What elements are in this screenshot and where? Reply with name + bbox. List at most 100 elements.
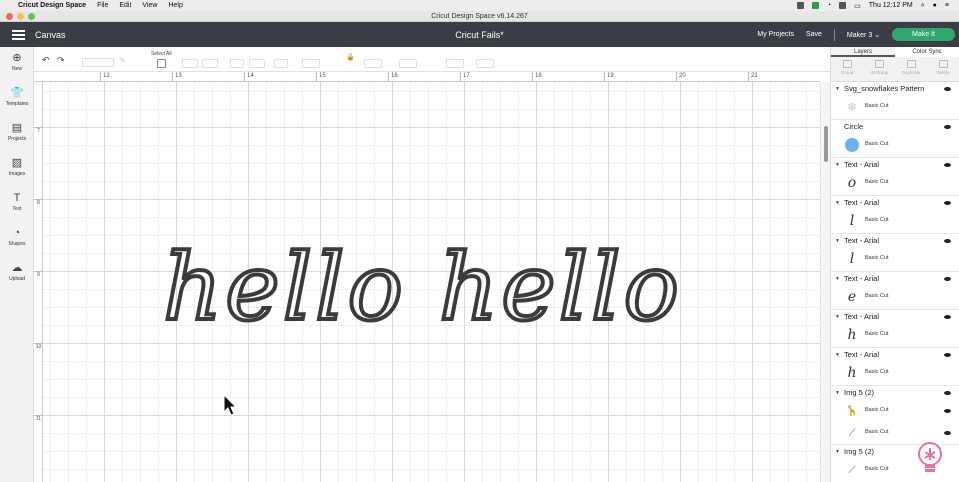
caret-down-icon[interactable]: ▼ [835,83,840,95]
evernote-icon[interactable] [811,2,819,9]
cast-icon[interactable] [839,2,847,9]
layer-item[interactable]: l Basic Cut [831,211,959,231]
canvas-vertical-scrollbar[interactable] [820,82,830,482]
caret-down-icon[interactable]: ▼ [835,387,840,399]
layer-group[interactable]: ▼ Text - Arial l Basic Cut [831,235,959,272]
select-all-label[interactable]: Select All [151,51,172,57]
search-icon[interactable]: ⌕ [921,2,925,10]
machine-select[interactable]: Maker 3 ⌄ [847,31,880,39]
tool-text[interactable]: T Text [0,192,34,212]
layer-group[interactable]: Circle Basic Cut [831,121,959,158]
battery-icon[interactable]: ▭ [854,2,861,10]
layer-item[interactable]: o Basic Cut [831,173,959,193]
tab-color-sync[interactable]: Color Sync [895,47,959,57]
eye-icon[interactable] [944,277,951,281]
layer-group-header[interactable]: ▼ Text - Arial [831,311,959,323]
eye-icon[interactable] [944,87,951,91]
menu-view[interactable]: View [142,2,157,9]
select-all-button[interactable] [157,59,166,68]
align-button[interactable] [230,59,244,68]
edit-button[interactable] [182,59,198,68]
menu-file[interactable]: File [97,2,108,9]
operation-select[interactable] [82,58,114,67]
height-input[interactable] [364,59,382,68]
user-icon[interactable]: ● [933,2,937,9]
eye-icon[interactable] [944,409,951,413]
layer-group[interactable]: ▼ Text - Arial e Basic Cut [831,273,959,310]
layer-group-header[interactable]: ▼ Text - Arial [831,273,959,285]
menubar-app-name[interactable]: Cricut Design Space [18,2,86,9]
layer-group[interactable]: ▼ Text - Arial h Basic Cut [831,311,959,348]
layer-group-header[interactable]: ▼ Img 5 (2) [831,387,959,399]
eye-icon[interactable] [944,163,951,167]
layer-group[interactable]: ▼ Text - Arial o Basic Cut [831,159,959,196]
flip-button[interactable] [274,59,288,68]
caret-down-icon[interactable]: ▼ [835,446,840,458]
caret-down-icon[interactable]: ▼ [835,273,840,285]
layer-item[interactable]: 🦒 Basic Cut [831,401,959,421]
pen-icon[interactable]: ✎ [119,56,126,65]
layer-item[interactable]: h Basic Cut [831,325,959,345]
rotate-input[interactable] [399,59,417,68]
clock[interactable]: Thu 12:12 PM [869,2,913,9]
delete-button[interactable]: Delete [927,60,959,75]
ungroup-button[interactable]: UnGroup [863,60,895,75]
layer-group-header[interactable]: Circle [831,121,959,133]
zoom-window-button[interactable] [28,13,35,20]
tool-shapes[interactable]: ◔ Shapes [0,227,34,247]
tool-new[interactable]: ⊕ New [0,52,34,72]
arrange-button[interactable] [249,59,265,68]
tool-upload[interactable]: ☁ Upload [0,262,34,282]
close-window-button[interactable] [6,13,13,20]
position-x-input[interactable] [446,59,464,68]
eye-icon[interactable] [944,201,951,205]
offset-button[interactable] [202,59,218,68]
eye-icon[interactable] [944,315,951,319]
caret-down-icon[interactable]: ▼ [835,197,840,209]
app-status-icon[interactable] [796,2,804,9]
layer-group[interactable]: ▼ Text - Arial h Basic Cut [831,349,959,386]
design-canvas[interactable]: hello hello [43,82,820,482]
caret-down-icon[interactable]: ▼ [835,311,840,323]
lock-icon[interactable]: 🔒 [346,53,355,61]
tool-images[interactable]: ▨ Images [0,157,34,177]
wifi-icon[interactable]: ◔ [827,2,831,9]
layer-item[interactable]: e Basic Cut [831,287,959,307]
width-input[interactable] [302,59,320,68]
eye-icon[interactable] [944,239,951,243]
layer-group[interactable]: ▼ Img 5 (2) 🦒 Basic Cut ⟋ Basic Cut [831,387,959,445]
undo-icon[interactable]: ↶ [42,55,50,66]
caret-down-icon[interactable]: ▼ [835,349,840,361]
hello-text-left[interactable]: hello [161,240,406,336]
layer-group-header[interactable]: ▼ Text - Arial [831,349,959,361]
scrollbar-thumb[interactable] [824,126,828,162]
my-projects-button[interactable]: My Projects [757,31,794,38]
tool-projects[interactable]: ▤ Projects [0,122,34,142]
hello-text-right[interactable]: hello [437,240,682,336]
hamburger-menu-icon[interactable] [12,29,25,40]
tab-layers[interactable]: Layers [831,47,895,57]
layer-item[interactable]: ❄ Basic Cut [831,97,959,117]
eye-icon[interactable] [944,353,951,357]
layer-item[interactable]: Basic Cut [831,135,959,155]
minimize-window-button[interactable] [17,13,24,20]
layer-group[interactable]: ▼ Svg_snowflakes Pattern ❄ Basic Cut [831,83,959,120]
control-center-icon[interactable]: ≡ [945,2,949,9]
save-button[interactable]: Save [806,31,822,38]
menu-help[interactable]: Help [168,2,182,9]
duplicate-button[interactable]: Duplicate [895,60,927,75]
layer-item[interactable]: l Basic Cut [831,249,959,269]
eye-icon[interactable] [944,125,951,129]
layer-group[interactable]: ▼ Text - Arial l Basic Cut [831,197,959,234]
layer-group-header[interactable]: ▼ Text - Arial [831,159,959,171]
group-button[interactable]: Group [831,60,863,75]
layer-item[interactable]: h Basic Cut [831,363,959,383]
caret-down-icon[interactable]: ▼ [835,235,840,247]
position-y-input[interactable] [476,59,494,68]
eye-icon[interactable] [944,391,951,395]
make-it-button[interactable]: Make It [892,28,955,41]
caret-down-icon[interactable]: ▼ [835,159,840,171]
layer-group-header[interactable]: ▼ Text - Arial [831,235,959,247]
layer-group-header[interactable]: ▼ Text - Arial [831,197,959,209]
eye-icon[interactable] [944,431,951,435]
